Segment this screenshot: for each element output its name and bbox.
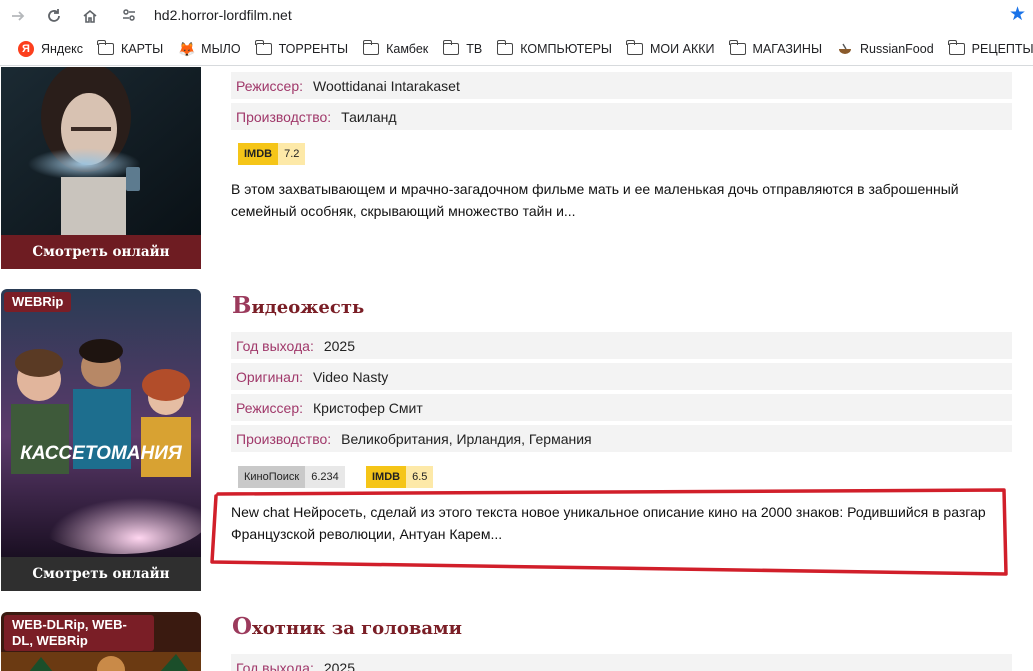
watch-online-button[interactable]: Смотреть онлайн <box>1 235 201 269</box>
movie-card: Смотреть онлайн Режиссер: Woottidanai Int… <box>0 67 1033 272</box>
bookmark-russianfood[interactable]: RussianFood <box>837 41 934 57</box>
folder-icon <box>442 39 460 55</box>
browser-toolbar: hd2.horror-lordfilm.net ★ <box>0 0 1033 32</box>
folder-icon <box>728 39 746 55</box>
bookmark-magaziny[interactable]: МАГАЗИНЫ <box>728 39 822 56</box>
folder-icon <box>626 39 644 55</box>
movie-poster[interactable]: WEB-DLRip, WEB-DL, WEBRip <box>1 612 201 671</box>
bookmark-karty[interactable]: КАРТЫ <box>97 39 163 56</box>
bookmark-yandex[interactable]: Я Яндекс <box>18 40 83 57</box>
movie-description: В этом захватывающем и мрачно-загадочном… <box>231 181 959 219</box>
info-row-year: Год выхода: 2025 <box>231 654 1012 671</box>
bookmark-kompyutery[interactable]: КОМПЬЮТЕРЫ <box>496 39 612 56</box>
movie-card: WEB-DLRip, WEB-DL, WEBRip Охотник за гол… <box>0 612 1033 671</box>
movie-poster[interactable]: Смотреть онлайн <box>1 67 201 269</box>
movie-title[interactable]: Видеожесть <box>232 292 364 319</box>
bookmark-moi-akki[interactable]: МОИ АККИ <box>626 39 715 56</box>
imdb-rating-badge: IMDB 6.5 <box>366 466 434 488</box>
info-row-year: Год выхода: 2025 <box>231 332 1012 359</box>
bookmark-recepty[interactable]: РЕЦЕПТЫ <box>948 39 1033 56</box>
info-row-original: Оригинал: Video Nasty <box>231 363 1012 390</box>
poster-image: КАССЕТОМАНИЯ <box>1 289 201 557</box>
bowl-icon <box>839 43 852 54</box>
folder-icon <box>362 39 380 55</box>
info-row-production: Производство: Таиланд <box>231 103 1012 130</box>
bookmark-tv[interactable]: ТВ <box>442 39 482 56</box>
bookmark-torrenty[interactable]: ТОРРЕНТЫ <box>254 39 348 56</box>
quality-badge: WEB-DLRip, WEB-DL, WEBRip <box>4 615 154 651</box>
forward-arrow-icon[interactable] <box>0 0 36 32</box>
url-text[interactable]: hd2.horror-lordfilm.net <box>154 7 292 23</box>
address-bar[interactable]: hd2.horror-lordfilm.net ★ <box>118 2 1030 28</box>
bookmark-mylo[interactable]: 🦊 МЫЛО <box>178 41 240 57</box>
movie-poster[interactable]: КАССЕТОМАНИЯ WEBRip Смотреть онлайн <box>1 289 201 592</box>
folder-icon <box>97 39 115 55</box>
reload-icon[interactable] <box>36 0 72 32</box>
info-row-production: Производство: Великобритания, Ирландия, Г… <box>231 425 1012 452</box>
poster-image <box>1 67 201 235</box>
info-row-director: Режиссер: Woottidanai Intarakaset <box>231 72 1012 99</box>
fox-icon: 🦊 <box>178 40 196 57</box>
bookmark-star-icon[interactable]: ★ <box>1009 3 1026 26</box>
imdb-rating-badge: IMDB 7.2 <box>238 143 306 165</box>
red-annotation-outline <box>210 488 1008 576</box>
watch-online-button[interactable]: Смотреть онлайн <box>1 557 201 591</box>
folder-icon <box>254 39 272 55</box>
page-content: Смотреть онлайн Режиссер: Woottidanai Int… <box>0 67 1033 671</box>
bookmark-kambek[interactable]: Камбек <box>362 39 428 56</box>
site-settings-icon[interactable] <box>118 7 140 23</box>
yandex-icon: Я <box>18 40 34 57</box>
bookmarks-bar: Я Яндекс КАРТЫ 🦊 МЫЛО ТОРРЕНТЫ Камбек ТВ К… <box>0 32 1033 66</box>
folder-icon <box>948 39 965 55</box>
kinopoisk-rating-badge: КиноПоиск 6.234 <box>238 466 345 488</box>
info-row-director: Режиссер: Кристофер Смит <box>231 394 1012 421</box>
quality-badge: WEBRip <box>4 292 72 312</box>
folder-icon <box>496 39 514 55</box>
movie-title[interactable]: Охотник за головами <box>232 613 462 640</box>
home-icon[interactable] <box>72 0 108 32</box>
poster-title-text: КАССЕТОМАНИЯ <box>20 443 183 464</box>
